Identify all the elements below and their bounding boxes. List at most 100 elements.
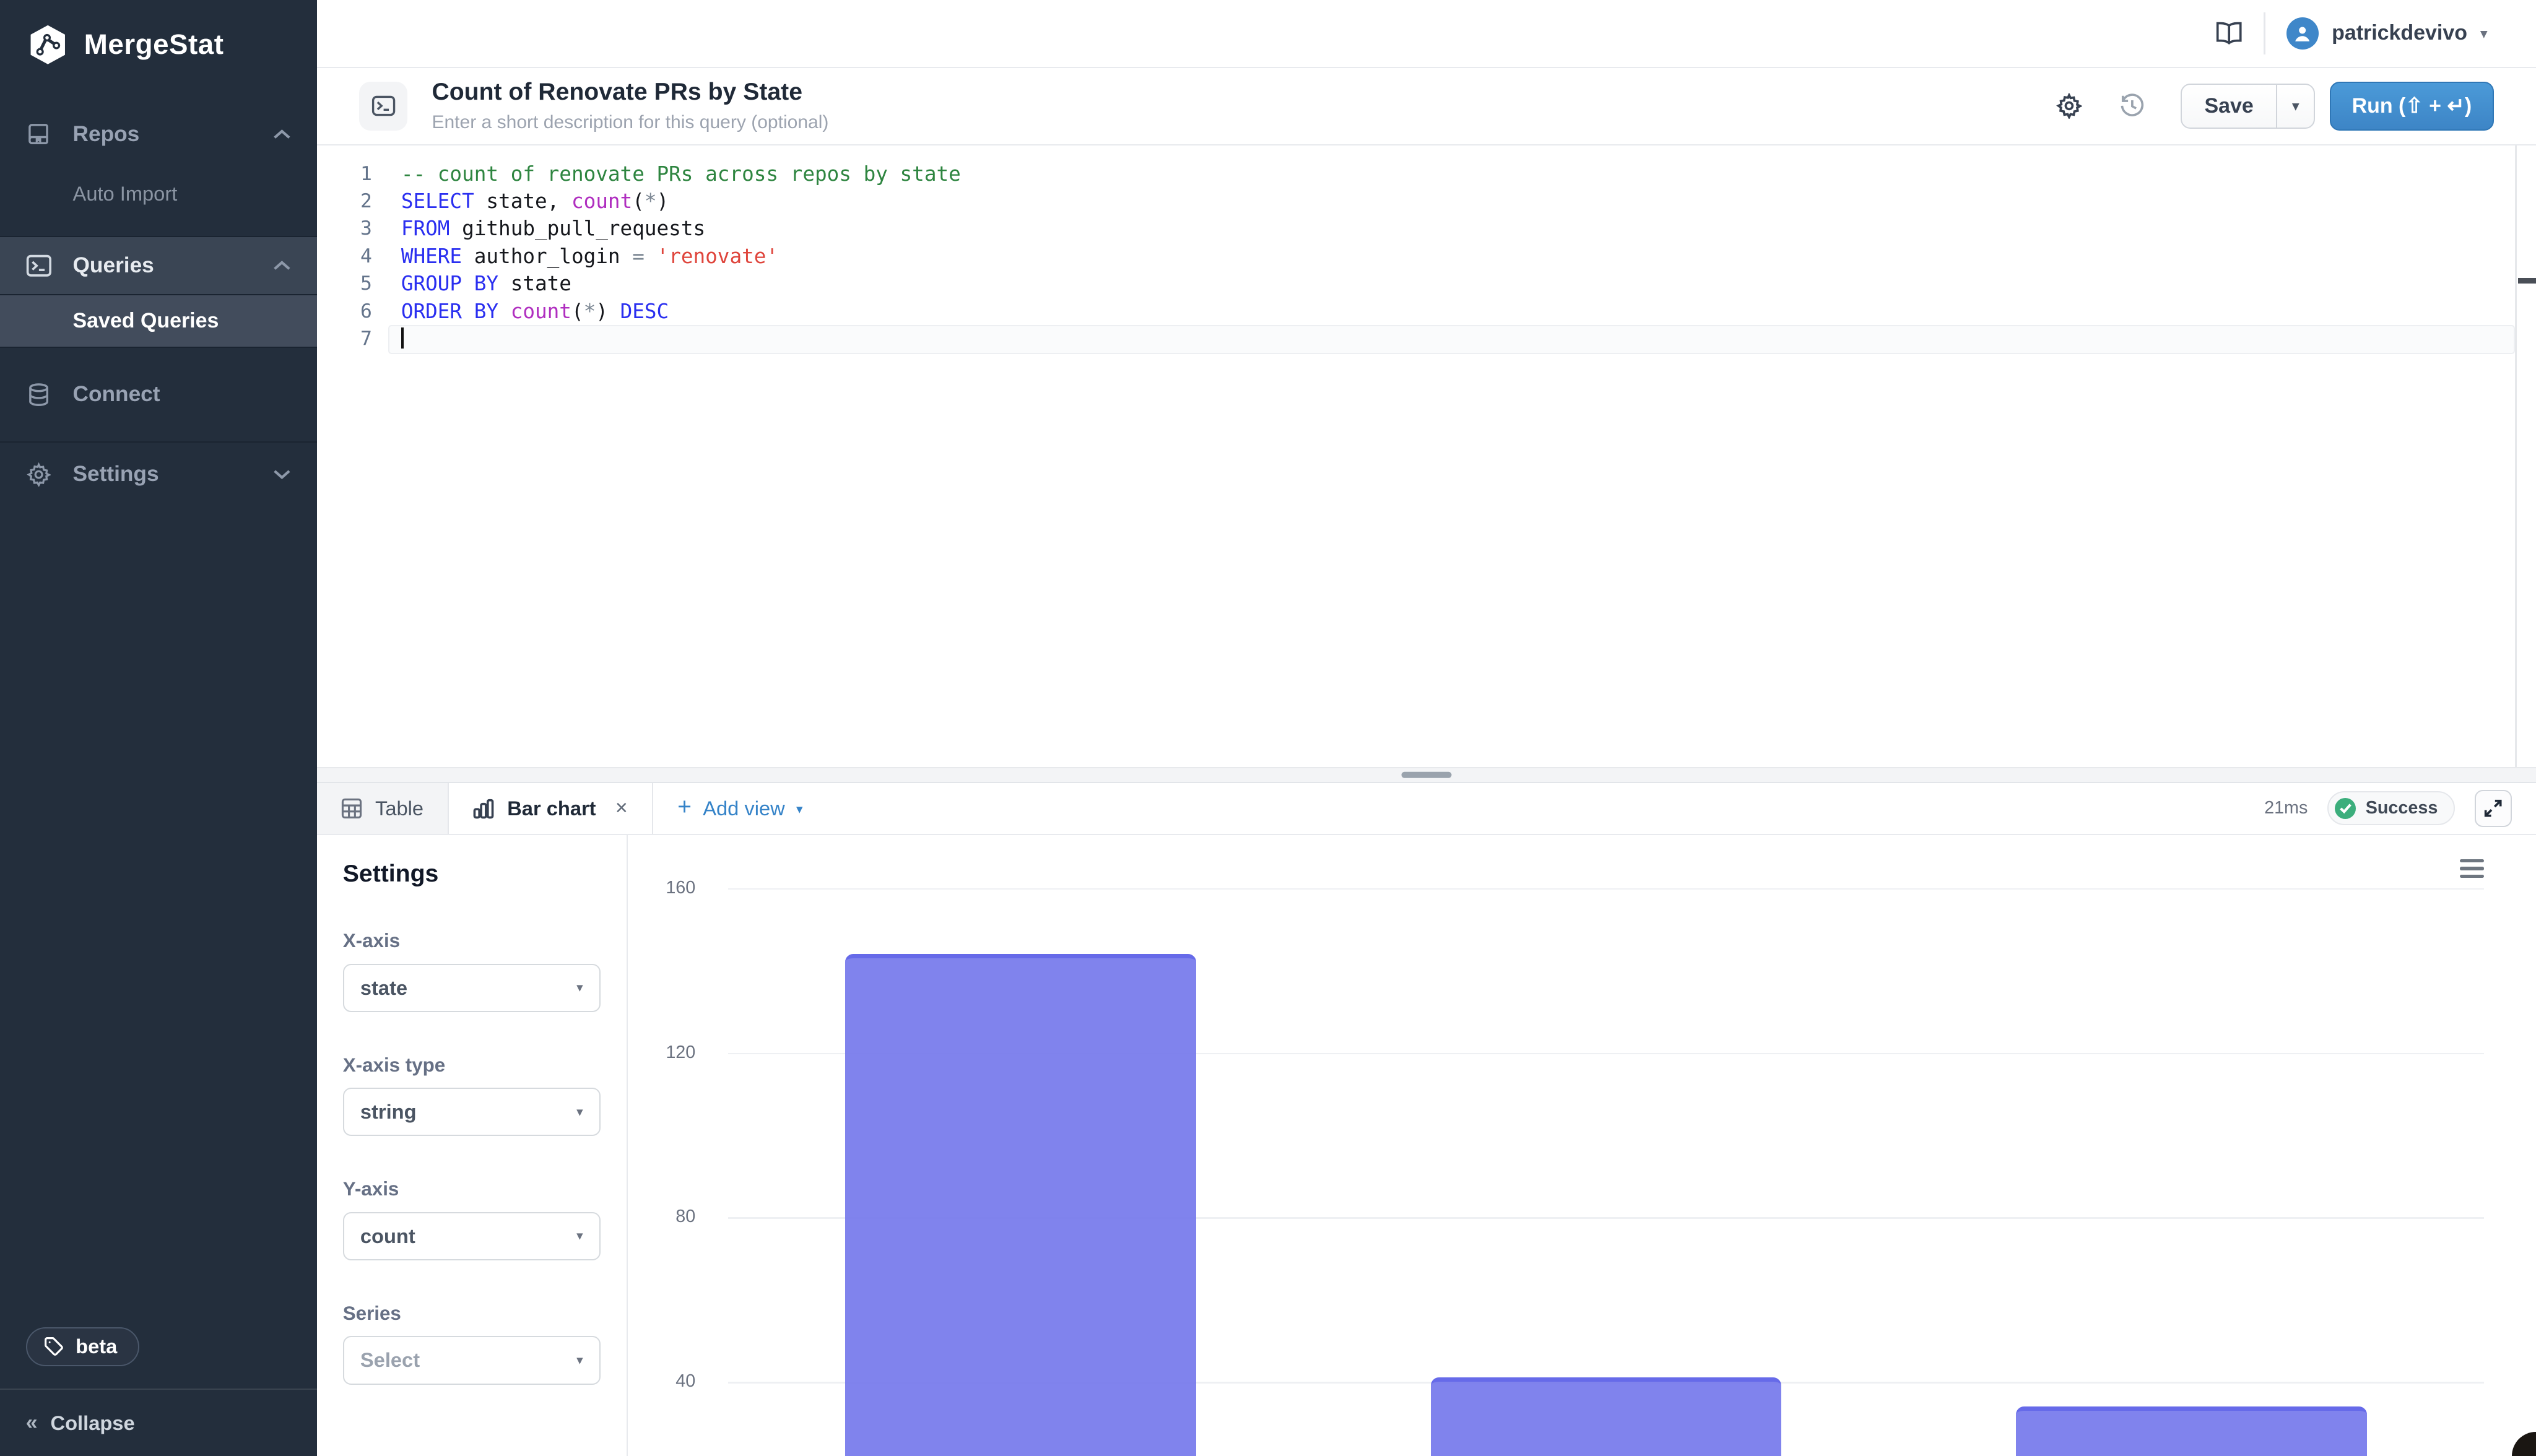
select-value: string <box>360 1100 417 1124</box>
save-menu-caret[interactable]: ▾ <box>2276 84 2314 128</box>
docs-book-icon[interactable] <box>2215 21 2243 45</box>
bar-closed[interactable] <box>1430 1377 1782 1456</box>
y-axis-tick-label: 120 <box>666 1042 696 1062</box>
code-line[interactable]: 4 WHERE author_login = 'renovate' <box>317 243 2536 270</box>
panel-resize-divider <box>317 766 2536 783</box>
avatar[interactable] <box>2286 17 2319 50</box>
code-line[interactable]: 1 -- count of renovate PRs across repos b… <box>317 160 2536 188</box>
add-view-label: Add view <box>703 796 785 820</box>
line-number: 2 <box>360 189 372 212</box>
code-line[interactable]: 6 ORDER BY count(*) DESC <box>317 298 2536 325</box>
resize-handle[interactable] <box>1401 771 1452 779</box>
results-status-cluster: 21ms Success <box>2264 783 2536 834</box>
code-line[interactable]: 3 FROM github_pull_requests <box>317 215 2536 242</box>
x-axis-select[interactable]: state ▾ <box>342 963 601 1012</box>
bar-chart-icon <box>473 798 494 819</box>
field-label: X-axis type <box>342 1054 446 1076</box>
run-button[interactable]: Run (⇧ + ↵) <box>2329 82 2495 131</box>
sidebar-item-repos[interactable]: Repos <box>0 102 317 167</box>
beta-label: beta <box>76 1335 118 1358</box>
double-chevron-left-icon: « <box>25 1411 38 1435</box>
user-menu-caret-icon[interactable]: ▾ <box>2480 25 2488 42</box>
beta-badge-wrap: beta <box>0 1327 317 1389</box>
expand-panel-button[interactable] <box>2474 789 2512 827</box>
y-axis-tick-label: 80 <box>675 1207 696 1227</box>
select-caret-icon: ▾ <box>576 1353 583 1367</box>
query-settings-gear-icon[interactable] <box>2056 93 2082 119</box>
sidebar-item-settings[interactable]: Settings <box>0 441 317 506</box>
code-text: ORDER BY count(*) DESC <box>401 299 669 323</box>
sidebar-item-auto-import[interactable]: Auto Import <box>0 167 317 222</box>
y-axis-tick-label: 160 <box>666 877 696 898</box>
query-title[interactable]: Count of Renovate PRs by State <box>432 79 828 105</box>
code-text: SELECT state, count(*) <box>401 189 669 213</box>
beta-badge: beta <box>25 1327 140 1366</box>
line-number: 7 <box>360 327 372 350</box>
save-button-group: Save ▾ <box>2180 83 2316 129</box>
sidebar-item-saved-queries[interactable]: Saved Queries <box>0 294 317 348</box>
line-number: 4 <box>360 245 372 267</box>
tab-label: Bar chart <box>507 796 596 820</box>
expand-arrows-icon <box>2484 799 2502 817</box>
tab-bar-chart[interactable]: Bar chart × <box>449 782 653 834</box>
code-text: WHERE author_login = 'renovate' <box>401 244 779 268</box>
select-value: state <box>360 976 408 999</box>
bar-open[interactable] <box>2016 1406 2367 1456</box>
settings-title: Settings <box>342 860 439 888</box>
sidebar: MergeStat Repos Auto Import Queries Save… <box>0 0 317 1456</box>
code-line[interactable]: 7 <box>317 325 2536 355</box>
sidebar-subitem-label: Auto Import <box>72 182 178 206</box>
sidebar-item-label: Queries <box>72 253 154 278</box>
x-axis-type-select[interactable]: string ▾ <box>342 1088 601 1137</box>
collapse-label: Collapse <box>50 1411 135 1434</box>
main-area: patrickdevivo ▾ Count of Renovate PRs by… <box>317 0 2536 1456</box>
close-tab-icon[interactable]: × <box>615 796 628 820</box>
logo[interactable]: MergeStat <box>0 0 317 85</box>
sidebar-item-queries[interactable]: Queries <box>0 236 317 295</box>
tab-table[interactable]: Table <box>317 782 449 834</box>
query-terminal-icon <box>358 82 408 131</box>
code-line[interactable]: 5 GROUP BY state <box>317 270 2536 297</box>
username[interactable]: patrickdevivo <box>2332 21 2467 45</box>
field-label: Y-axis <box>342 1178 399 1200</box>
mergestat-logo-icon <box>30 25 65 64</box>
query-history-icon[interactable] <box>2119 93 2145 119</box>
table-icon <box>341 798 362 819</box>
select-value: Select <box>360 1348 420 1372</box>
chevron-down-icon <box>273 469 291 480</box>
query-meta: Count of Renovate PRs by State Enter a s… <box>432 79 828 132</box>
select-caret-icon: ▾ <box>576 981 583 995</box>
bar-merged[interactable] <box>845 954 1196 1456</box>
top-bar: patrickdevivo ▾ <box>317 0 2536 68</box>
chart-menu-icon[interactable] <box>2460 859 2485 878</box>
code-line[interactable]: 2 SELECT state, count(*) <box>317 188 2536 215</box>
user-icon <box>2295 27 2310 41</box>
code-text: GROUP BY state <box>401 272 571 296</box>
y-axis-select[interactable]: count ▾ <box>342 1211 601 1260</box>
query-duration: 21ms <box>2264 798 2308 818</box>
save-button[interactable]: Save <box>2182 85 2276 128</box>
add-view-button[interactable]: + Add view ▾ <box>677 783 802 834</box>
select-caret-icon: ▾ <box>576 1104 583 1119</box>
select-caret-icon: ▾ <box>576 1229 583 1244</box>
field-label: X-axis <box>342 930 401 952</box>
field-label: Series <box>342 1302 401 1324</box>
editor-scrollbar-track <box>2515 145 2517 767</box>
sidebar-item-connect[interactable]: Connect <box>0 362 317 427</box>
sql-editor[interactable]: 1 -- count of renovate PRs across repos b… <box>317 145 2536 767</box>
collapse-button[interactable]: « Collapse <box>0 1389 317 1456</box>
sidebar-item-label: Settings <box>72 462 159 487</box>
editor-scrollbar-thumb[interactable] <box>2518 278 2536 284</box>
query-actions: Save ▾ Run (⇧ + ↵) <box>2056 82 2495 131</box>
chevron-up-icon <box>273 129 291 140</box>
field-y-axis: Y-axis count ▾ <box>342 1178 601 1260</box>
text-cursor <box>401 327 404 349</box>
chart-area: 04080120160MERGEDCLOSEDOPEN <box>628 835 2536 1456</box>
series-select[interactable]: Select ▾ <box>342 1336 601 1385</box>
topbar-divider <box>2264 12 2266 54</box>
query-description-input[interactable]: Enter a short description for this query… <box>432 112 828 133</box>
repos-book-icon <box>26 121 52 147</box>
field-x-axis: X-axis state ▾ <box>342 930 601 1012</box>
add-view-caret-icon: ▾ <box>796 802 803 817</box>
plus-icon: + <box>677 794 692 821</box>
